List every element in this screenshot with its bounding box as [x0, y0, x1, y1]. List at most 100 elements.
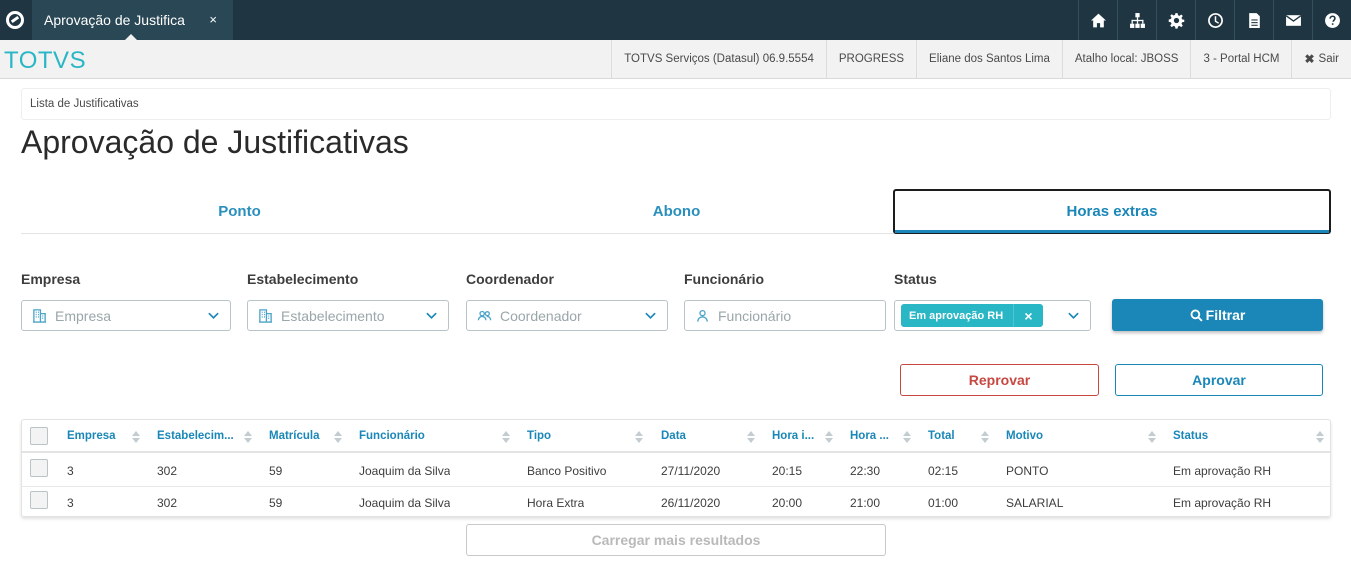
justifications-table: Empresa Estabelecim... Matrícula Funcion…: [21, 419, 1331, 517]
row-checkbox[interactable]: [30, 491, 48, 509]
top-toolbar: [1078, 0, 1351, 40]
cell-total: 01:00: [928, 496, 959, 510]
sort-icon[interactable]: [903, 430, 911, 443]
tab-aprovacao-justificativas[interactable]: Aprovação de Justifica ×: [32, 0, 233, 40]
cell-empresa: 3: [67, 463, 74, 478]
exit-button[interactable]: ✖ Sair: [1291, 40, 1351, 78]
cell-funcionario: Joaquim da Silva: [359, 463, 451, 478]
document-icon[interactable]: [1234, 0, 1273, 40]
cell-matricula: 59: [269, 496, 283, 510]
filter-button-label: Filtrar: [1205, 307, 1246, 323]
cell-empresa: 3: [67, 496, 74, 510]
sort-icon[interactable]: [825, 430, 833, 443]
sort-icon[interactable]: [1316, 430, 1324, 443]
sitemap-icon[interactable]: [1117, 0, 1156, 40]
cell-matricula: 59: [269, 463, 283, 478]
coordenador-select[interactable]: Coordenador: [466, 300, 668, 331]
cell-tipo: Hora Extra: [527, 496, 585, 510]
tab-horas-extras[interactable]: Horas extras: [893, 189, 1331, 234]
header-database[interactable]: PROGRESS: [825, 40, 916, 78]
header-bar: TOTVS TOTVS Serviços (Datasul) 06.9.5554…: [0, 40, 1351, 79]
coordenador-placeholder: Coordenador: [500, 307, 582, 324]
header-user[interactable]: Eliane dos Santos Lima: [916, 40, 1062, 78]
row-checkbox[interactable]: [30, 459, 48, 477]
cell-hora-inicio: 20:00: [772, 496, 803, 510]
header-info: TOTVS Serviços (Datasul) 06.9.5554 PROGR…: [611, 40, 1351, 78]
column-header-motivo[interactable]: Motivo: [1006, 420, 1126, 451]
cell-total: 02:15: [928, 463, 959, 478]
sort-icon[interactable]: [502, 430, 510, 443]
funcionario-input[interactable]: Funcionário: [684, 300, 886, 331]
building-icon: [32, 308, 48, 324]
cell-motivo: PONTO: [1006, 463, 1049, 478]
cell-status: Em aprovação RH: [1173, 496, 1272, 510]
column-header-total[interactable]: Total: [928, 420, 978, 451]
close-tab-icon[interactable]: ×: [209, 12, 217, 27]
sort-icon[interactable]: [747, 430, 755, 443]
sort-icon[interactable]: [635, 430, 643, 443]
estabelecimento-label: Estabelecimento: [247, 271, 359, 287]
empresa-select[interactable]: Empresa: [21, 300, 231, 331]
status-chip[interactable]: Em aprovação RH ×: [901, 304, 1043, 327]
column-header-hora-inicio[interactable]: Hora i...: [772, 420, 822, 451]
table-header: Empresa Estabelecim... Matrícula Funcion…: [22, 420, 1330, 453]
tab-abono[interactable]: Abono: [458, 189, 895, 234]
empresa-placeholder: Empresa: [55, 307, 112, 324]
sort-icon[interactable]: [334, 430, 342, 443]
column-header-matricula[interactable]: Matrícula: [269, 420, 339, 451]
approve-button[interactable]: Aprovar: [1115, 364, 1323, 396]
sort-icon[interactable]: [132, 430, 140, 443]
cell-hora-fim: 21:00: [850, 496, 881, 510]
header-portal[interactable]: 3 - Portal HCM: [1190, 40, 1291, 78]
cell-estabelecimento: 302: [157, 496, 178, 510]
column-header-status[interactable]: Status: [1173, 420, 1293, 451]
column-header-funcionario[interactable]: Funcionário: [359, 420, 499, 451]
home-icon[interactable]: [1078, 0, 1117, 40]
status-label: Status: [894, 271, 937, 287]
sort-icon[interactable]: [244, 430, 252, 443]
totvs-logo-icon[interactable]: [0, 0, 30, 40]
column-header-tipo[interactable]: Tipo: [527, 420, 627, 451]
chevron-down-icon[interactable]: [425, 309, 438, 322]
column-header-empresa[interactable]: Empresa: [67, 420, 137, 451]
select-all-checkbox[interactable]: [30, 427, 48, 445]
funcionario-label: Funcionário: [684, 271, 765, 287]
breadcrumb[interactable]: Lista de Justificativas: [21, 88, 1331, 120]
column-header-estabelecimento[interactable]: Estabelecim...: [157, 420, 247, 451]
table-row[interactable]: 3 302 59 Joaquim da Silva Hora Extra 26/…: [22, 487, 1330, 519]
chevron-down-icon[interactable]: [644, 309, 657, 322]
header-shortcut[interactable]: Atalho local: JBOSS: [1061, 40, 1191, 78]
cell-status: Em aprovação RH: [1173, 463, 1272, 478]
exit-label: Sair: [1318, 53, 1339, 65]
load-more-button[interactable]: Carregar mais resultados: [466, 524, 886, 556]
filter-button[interactable]: Filtrar: [1112, 299, 1323, 331]
gear-icon[interactable]: [1156, 0, 1195, 40]
tab-ponto[interactable]: Ponto: [21, 189, 458, 234]
cell-data: 27/11/2020: [661, 463, 721, 478]
close-icon: ✖: [1304, 52, 1315, 66]
empresa-label: Empresa: [21, 271, 81, 287]
mail-icon[interactable]: [1273, 0, 1312, 40]
header-company[interactable]: TOTVS Serviços (Datasul) 06.9.5554: [611, 40, 826, 78]
brand-logo[interactable]: TOTVS: [4, 47, 86, 75]
reject-button[interactable]: Reprovar: [900, 364, 1099, 396]
table-row[interactable]: 3 302 59 Joaquim da Silva Banco Positivo…: [22, 455, 1330, 487]
cell-funcionario: Joaquim da Silva: [359, 496, 451, 510]
remove-chip-icon[interactable]: ×: [1013, 304, 1043, 327]
column-header-hora-fim[interactable]: Hora ...: [850, 420, 900, 451]
chevron-down-icon[interactable]: [1067, 309, 1080, 322]
user-icon: [695, 308, 711, 324]
users-icon: [477, 308, 493, 324]
sort-icon[interactable]: [1148, 430, 1156, 443]
coordenador-label: Coordenador: [466, 271, 554, 287]
status-chip-label: Em aprovação RH: [909, 309, 1004, 322]
estabelecimento-select[interactable]: Estabelecimento: [247, 300, 449, 331]
clock-icon[interactable]: [1195, 0, 1234, 40]
column-header-data[interactable]: Data: [661, 420, 751, 451]
status-multiselect[interactable]: Em aprovação RH ×: [894, 300, 1091, 331]
chevron-down-icon[interactable]: [207, 309, 220, 322]
help-icon[interactable]: [1312, 0, 1351, 40]
cell-hora-inicio: 20:15: [772, 463, 803, 478]
top-bar: Aprovação de Justifica ×: [0, 0, 1351, 40]
sort-icon[interactable]: [981, 430, 989, 443]
